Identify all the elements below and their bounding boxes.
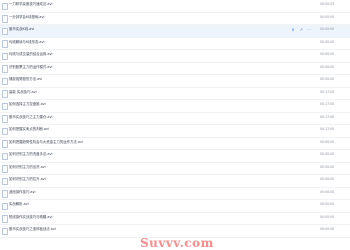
file-name[interactable]: 如何把握买卖点的判断.avi: [9, 127, 49, 132]
file-row[interactable]: 如何选择主力控盘股.avi 00:17:00: [0, 100, 350, 113]
file-name[interactable]: 如何识别主力的拉升.avi: [9, 177, 46, 182]
file-icon: [2, 127, 8, 135]
file-name[interactable]: 量能 实战技巧.avi: [9, 90, 37, 95]
file-duration: 00:00:00: [320, 152, 335, 156]
file-name[interactable]: 如何识别主力的洗盘手法.avi: [9, 152, 52, 157]
file-row[interactable]: 捕捉强势股的方法.avi 00:00:00: [0, 75, 350, 88]
file-row[interactable]: 如何把握趋势性机会与大资金主力的运作方法.avi 00:00:00: [0, 138, 350, 150]
file-row[interactable]: 识别股票主力的运作模式.avi 00:00:00: [0, 63, 350, 75]
file-name[interactable]: 股市实战技巧之主力建仓.avi: [9, 115, 52, 120]
file-duration: 00:00:03: [320, 2, 335, 6]
file-duration: 00:00:00: [320, 214, 335, 219]
file-icon: [2, 40, 8, 48]
file-icon: [2, 165, 8, 173]
file-name[interactable]: 如何识别主力的出货.avi: [9, 165, 46, 170]
file-row[interactable]: 均线解读与K线形态.avi 00:00:00: [0, 38, 350, 50]
file-row[interactable]: 量能 实战技巧.avi 00:17:00: [0, 88, 350, 100]
file-duration: 00:00:00: [320, 202, 335, 206]
file-duration: 00:00:00: [320, 227, 335, 231]
file-name[interactable]: 实战解析.avi: [9, 202, 29, 207]
file-duration: 00:00:00: [320, 27, 335, 31]
file-duration: 00:17:00: [320, 89, 335, 94]
file-row[interactable]: 一分钟学会K线基础.avi 00:00:00: [0, 13, 350, 25]
file-icon: [2, 202, 8, 210]
more-icon[interactable]: ⋯: [307, 28, 311, 32]
file-icon: [2, 15, 8, 23]
file-icon: [2, 77, 8, 85]
file-icon: [2, 140, 8, 148]
file-row[interactable]: 如何识别主力的洗盘手法.avi 00:00:00: [0, 150, 350, 163]
file-name[interactable]: 波段操作技巧.avi: [9, 190, 35, 195]
file-icon: [2, 215, 8, 223]
file-name[interactable]: 如何选择主力控盘股.avi: [9, 102, 46, 107]
file-icon: [2, 65, 8, 73]
file-icon: [2, 2, 8, 10]
file-duration: 00:00:00: [320, 189, 335, 194]
file-name[interactable]: 短线操作实战技巧与精髓.avi: [9, 215, 52, 220]
file-icon: [2, 52, 8, 60]
file-list: 一刀斩学赢股技巧速成法.avi 00:00:03 一分钟学会K线基础.avi 00:0…: [0, 0, 350, 250]
file-duration: 00:00:00: [320, 164, 335, 169]
file-duration: 00:17:00: [320, 127, 335, 131]
file-row[interactable]: 股市实战K线.avi ⬇ ↗ ⋯ 00:00:00: [0, 25, 350, 38]
file-duration: 00:00:00: [320, 39, 335, 44]
file-icon: [2, 90, 8, 98]
file-duration: 00:00:00: [320, 64, 335, 69]
file-name[interactable]: 如何把握趋势性机会与大资金主力的运作方法.avi: [9, 140, 83, 145]
file-icon: [2, 227, 8, 235]
file-duration: 00:00:00: [320, 177, 335, 181]
file-row[interactable]: 股市实战技巧之主力建仓.avi 00:17:00: [0, 113, 350, 125]
file-row[interactable]: 波段操作技巧.avi 00:00:00: [0, 188, 350, 200]
file-row[interactable]: 如何识别主力的拉升.avi 00:00:00: [0, 175, 350, 188]
file-duration: 00:17:00: [320, 114, 335, 119]
file-name[interactable]: 一分钟学会K线基础.avi: [9, 15, 44, 20]
file-row[interactable]: 如何识别主力的出货.avi 00:00:00: [0, 163, 350, 175]
file-row[interactable]: 均线与成交量的结合运用.avi 00:00:00: [0, 50, 350, 63]
file-duration: 00:17:00: [320, 102, 335, 106]
file-name[interactable]: 均线解读与K线形态.avi: [9, 40, 44, 45]
file-name[interactable]: 股市实战K线.avi: [9, 27, 34, 32]
file-icon: [2, 177, 8, 185]
file-icon: [2, 27, 8, 35]
file-duration: 00:00:00: [320, 52, 335, 56]
file-name[interactable]: 捕捉强势股的方法.avi: [9, 77, 42, 82]
file-icon: [2, 152, 8, 160]
download-icon[interactable]: ⬇: [291, 28, 295, 32]
file-name[interactable]: 股市实战技巧之涨停板战法.avi: [9, 227, 56, 232]
file-row[interactable]: 实战解析.avi 00:00:00: [0, 200, 350, 213]
file-duration: 00:00:00: [320, 139, 335, 144]
file-duration: 00:00:00: [320, 14, 335, 19]
file-icon: [2, 190, 8, 198]
share-icon[interactable]: ↗: [299, 28, 303, 32]
file-name[interactable]: 一刀斩学赢股技巧速成法.avi: [9, 2, 52, 7]
file-row[interactable]: 短线操作实战技巧与精髓.avi 00:00:00: [0, 213, 350, 225]
file-duration: 00:00:00: [320, 77, 335, 81]
watermark: Suvvv.com: [140, 236, 214, 250]
file-name[interactable]: 识别股票主力的运作模式.avi: [9, 65, 52, 70]
file-icon: [2, 115, 8, 123]
file-name[interactable]: 均线与成交量的结合运用.avi: [9, 52, 52, 57]
file-icon: [2, 102, 8, 110]
file-row[interactable]: 如何把握买卖点的判断.avi 00:17:00: [0, 125, 350, 138]
file-row[interactable]: 一刀斩学赢股技巧速成法.avi 00:00:03: [0, 0, 350, 13]
